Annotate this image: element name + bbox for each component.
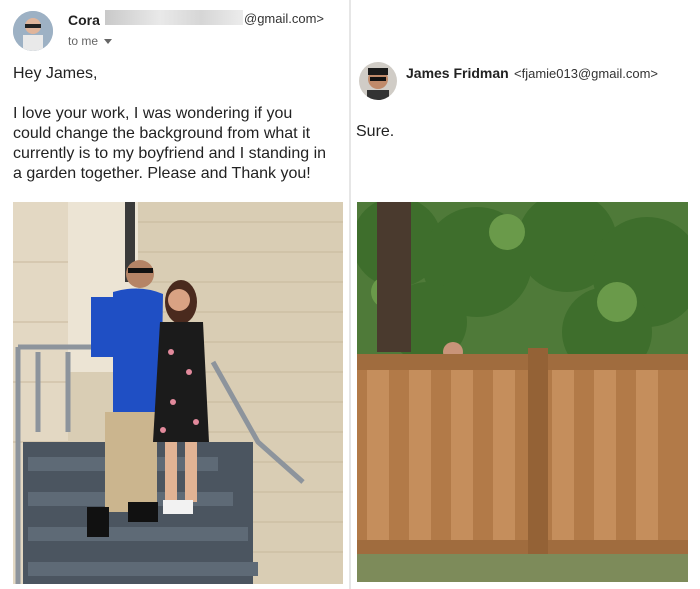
reply-sender-avatar[interactable] bbox=[359, 62, 397, 100]
email-greeting: Hey James, bbox=[13, 65, 98, 82]
reply-email-panel: James Fridman <fjamie013@gmail.com> Sure… bbox=[351, 0, 700, 589]
chevron-down-icon bbox=[104, 38, 113, 44]
recipient-dropdown[interactable]: to me bbox=[68, 34, 113, 48]
avatar-photo bbox=[359, 62, 397, 100]
couple-image bbox=[13, 202, 343, 584]
reply-sender-name: James Fridman bbox=[406, 65, 509, 81]
body-line: I love your work, I was wondering if you bbox=[13, 105, 293, 122]
reply-body: Sure. bbox=[356, 123, 395, 140]
sender-name: Cora bbox=[68, 12, 100, 28]
redacted-email bbox=[105, 10, 243, 25]
fence-photo bbox=[357, 202, 688, 582]
body-line: could change the background from what it bbox=[13, 125, 311, 142]
reply-sender-email: <fjamie013@gmail.com> bbox=[514, 66, 658, 81]
fence-image bbox=[357, 202, 688, 582]
avatar-photo bbox=[13, 11, 53, 51]
sender-avatar[interactable] bbox=[13, 11, 53, 51]
body-line: currently is to my boyfriend and I stand… bbox=[13, 145, 327, 162]
body-line: a garden together. Please and Thank you! bbox=[13, 165, 311, 182]
couple-photo bbox=[13, 202, 343, 584]
email-body: I love your work, I was wondering if you… bbox=[13, 104, 326, 184]
recipient-label: to me bbox=[68, 34, 99, 48]
sender-email-suffix: @gmail.com> bbox=[244, 11, 325, 26]
original-email-panel: Cora @gmail.com> to me Hey James, I love… bbox=[0, 0, 349, 589]
